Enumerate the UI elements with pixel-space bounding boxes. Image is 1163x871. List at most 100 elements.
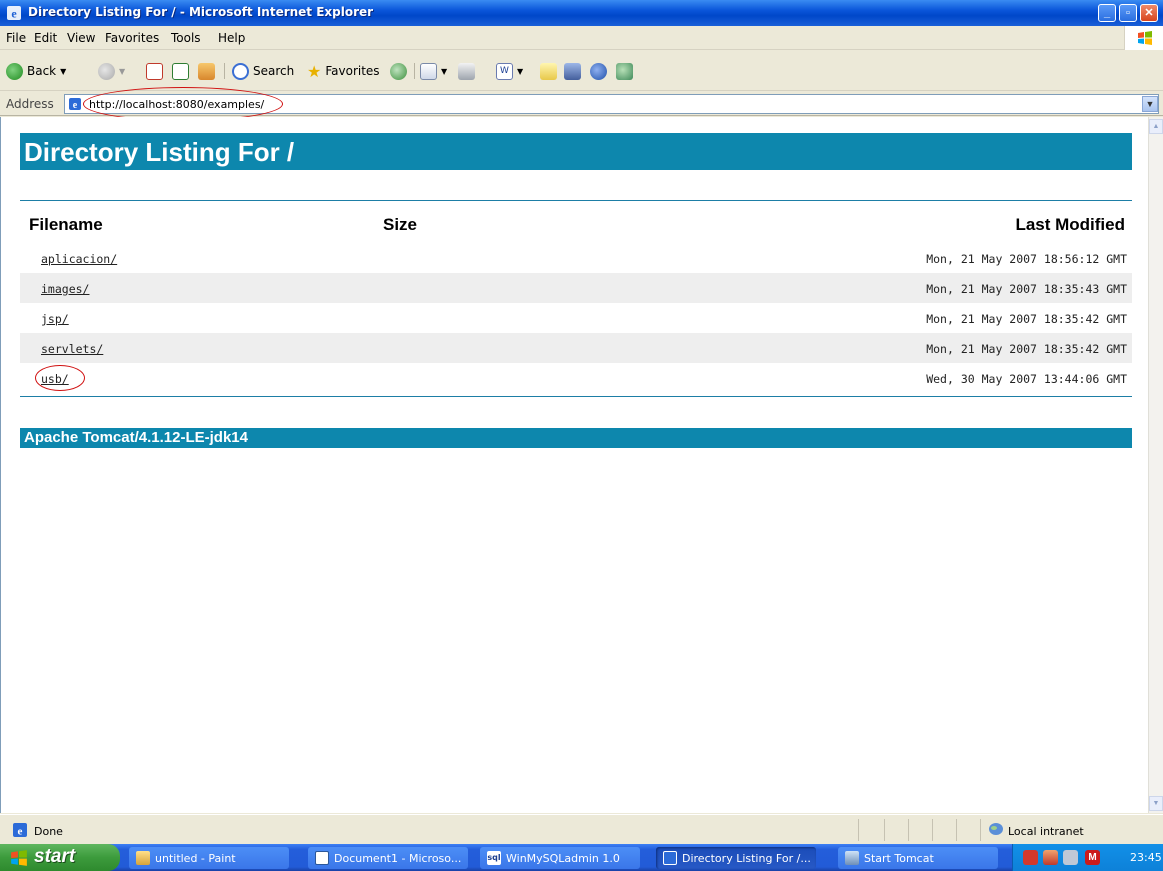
edit-button[interactable]: W ▼ bbox=[496, 61, 523, 81]
divider bbox=[20, 396, 1132, 397]
task-internet-explorer[interactable]: Directory Listing For /... bbox=[656, 847, 816, 869]
menu-help[interactable]: Help bbox=[218, 31, 245, 45]
file-link[interactable]: servlets/ bbox=[41, 342, 103, 356]
forward-button[interactable]: ▼ bbox=[98, 61, 125, 81]
tools-extra-button[interactable] bbox=[616, 61, 633, 81]
standard-toolbar: Back ▼ ▼ Search ★ Favorites ▼ W ▼ bbox=[0, 51, 1163, 91]
research-button[interactable] bbox=[564, 61, 581, 81]
favorites-button[interactable]: ★ Favorites bbox=[307, 61, 380, 81]
minimize-button[interactable]: _ bbox=[1098, 4, 1116, 22]
task-label: WinMySQLadmin 1.0 bbox=[506, 851, 620, 865]
status-panel bbox=[908, 819, 909, 841]
task-winmysqladmin[interactable]: sql WinMySQLadmin 1.0 bbox=[480, 847, 640, 869]
menu-bar: File Edit View Favorites Tools Help bbox=[0, 26, 1163, 50]
network-icon[interactable] bbox=[1043, 850, 1058, 865]
task-label: untitled - Paint bbox=[155, 851, 236, 865]
task-label: Document1 - Microso... bbox=[334, 851, 462, 865]
back-arrow-icon bbox=[6, 62, 23, 80]
word-icon bbox=[315, 851, 329, 865]
table-row: images/ Mon, 21 May 2007 18:35:43 GMT bbox=[20, 273, 1132, 303]
modified-date: Mon, 21 May 2007 18:56:12 GMT bbox=[926, 252, 1127, 266]
refresh-button[interactable] bbox=[172, 61, 189, 81]
menu-edit[interactable]: Edit bbox=[34, 31, 57, 45]
page-done-icon: e bbox=[13, 823, 27, 838]
divider bbox=[20, 200, 1132, 201]
maximize-button[interactable]: ▫ bbox=[1119, 4, 1137, 22]
local-intranet-icon bbox=[989, 823, 1003, 835]
browser-window: e Directory Listing For / - Microsoft In… bbox=[0, 0, 1163, 871]
tomcat-icon bbox=[845, 851, 859, 865]
table-row: usb/ Wed, 30 May 2007 13:44:06 GMT bbox=[20, 363, 1132, 393]
messenger-icon bbox=[590, 62, 607, 80]
print-button[interactable] bbox=[458, 61, 475, 81]
back-button[interactable]: Back ▼ bbox=[6, 61, 66, 81]
chevron-down-icon: ▼ bbox=[119, 66, 126, 76]
toolbar-separator bbox=[414, 63, 415, 79]
messenger-button[interactable] bbox=[590, 61, 607, 81]
search-button[interactable]: Search bbox=[232, 61, 294, 81]
menu-favorites[interactable]: Favorites bbox=[105, 31, 159, 45]
scroll-down-button[interactable]: ▼ bbox=[1149, 796, 1163, 811]
menu-file[interactable]: File bbox=[6, 31, 26, 45]
title-bar[interactable]: e Directory Listing For / - Microsoft In… bbox=[0, 0, 1163, 26]
antivirus-icon[interactable] bbox=[1023, 850, 1038, 865]
address-label: Address bbox=[6, 97, 54, 111]
mcafee-icon[interactable]: M bbox=[1085, 850, 1100, 865]
discuss-button[interactable] bbox=[540, 61, 557, 81]
status-bar: e Done Local intranet bbox=[0, 814, 1163, 844]
windows-throbber bbox=[1124, 26, 1163, 50]
page-title: Directory Listing For / bbox=[20, 133, 1132, 170]
menu-view[interactable]: View bbox=[67, 31, 95, 45]
status-panel bbox=[858, 819, 859, 841]
task-start-tomcat[interactable]: Start Tomcat bbox=[838, 847, 998, 869]
svg-text:e: e bbox=[18, 826, 23, 838]
file-link[interactable]: jsp/ bbox=[41, 312, 69, 326]
home-icon bbox=[198, 62, 215, 80]
home-button[interactable] bbox=[198, 61, 215, 81]
task-paint[interactable]: untitled - Paint bbox=[129, 847, 289, 869]
word-edit-icon: W bbox=[496, 62, 513, 80]
security-zone: Local intranet bbox=[1008, 825, 1084, 838]
modified-date: Mon, 21 May 2007 18:35:42 GMT bbox=[926, 312, 1127, 326]
window-title: Directory Listing For / - Microsoft Inte… bbox=[28, 5, 374, 19]
tools-extra-icon bbox=[616, 62, 633, 80]
highlight-ellipse bbox=[83, 87, 283, 121]
favorites-label: Favorites bbox=[325, 64, 380, 78]
file-link[interactable]: aplicacion/ bbox=[41, 252, 117, 266]
stop-button[interactable] bbox=[146, 61, 163, 81]
stop-icon bbox=[146, 62, 163, 80]
task-label: Directory Listing For /... bbox=[682, 851, 811, 865]
table-row: aplicacion/ Mon, 21 May 2007 18:56:12 GM… bbox=[20, 243, 1132, 273]
menu-tools[interactable]: Tools bbox=[171, 31, 201, 45]
server-footer: Apache Tomcat/4.1.12-LE-jdk14 bbox=[20, 428, 1132, 448]
scroll-up-button[interactable]: ▲ bbox=[1149, 119, 1163, 134]
status-panel bbox=[932, 819, 933, 841]
research-icon bbox=[564, 62, 581, 80]
modified-date: Wed, 30 May 2007 13:44:06 GMT bbox=[926, 372, 1127, 386]
task-label: Start Tomcat bbox=[864, 851, 934, 865]
sql-icon: sql bbox=[487, 851, 501, 865]
modified-date: Mon, 21 May 2007 18:35:42 GMT bbox=[926, 342, 1127, 356]
mail-button[interactable]: ▼ bbox=[420, 61, 447, 81]
address-bar: Address e http://localhost:8080/examples… bbox=[0, 87, 1163, 121]
column-filename: Filename bbox=[29, 215, 103, 234]
svg-text:e: e bbox=[73, 100, 78, 111]
mail-icon bbox=[420, 62, 437, 80]
address-input[interactable]: e http://localhost:8080/examples/ ▼ bbox=[64, 87, 1159, 121]
column-size: Size bbox=[383, 215, 418, 234]
page-icon: e bbox=[69, 98, 81, 111]
search-label: Search bbox=[253, 64, 295, 78]
volume-icon[interactable] bbox=[1063, 850, 1078, 865]
file-link[interactable]: images/ bbox=[41, 282, 89, 296]
chevron-down-icon: ▼ bbox=[60, 66, 67, 76]
chevron-down-icon: ▼ bbox=[517, 66, 524, 76]
forward-arrow-icon bbox=[98, 62, 115, 80]
task-word[interactable]: Document1 - Microso... bbox=[308, 847, 468, 869]
history-button[interactable] bbox=[390, 61, 407, 81]
history-icon bbox=[390, 62, 407, 80]
close-button[interactable]: ✕ bbox=[1140, 4, 1158, 22]
ie-icon bbox=[663, 851, 677, 865]
vertical-scrollbar[interactable]: ▲ ▼ bbox=[1148, 117, 1163, 813]
start-button[interactable]: start bbox=[0, 844, 120, 871]
address-dropdown-button[interactable]: ▼ bbox=[1142, 96, 1158, 112]
